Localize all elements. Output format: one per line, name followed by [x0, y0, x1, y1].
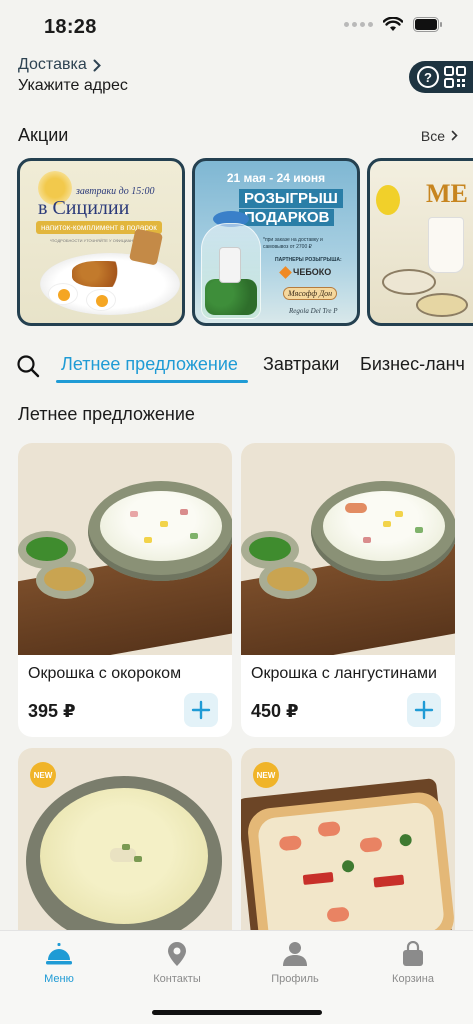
new-badge: NEW	[253, 762, 279, 788]
bell-icon	[46, 943, 72, 965]
delivery-block: Доставка Укажите адрес	[18, 56, 128, 95]
status-icons	[344, 17, 443, 32]
promo2-partners-label: ПАРТНЕРЫ РОЗЫГРЫША:	[275, 257, 342, 263]
product-price: 450 ₽	[251, 701, 299, 721]
delivery-label: Доставка	[18, 56, 87, 73]
new-badge: NEW	[30, 762, 56, 788]
partner-logo-regola: Regola Del Tre P	[289, 307, 338, 315]
promo-banner-giveaway[interactable]: 21 мая - 24 июня РОЗЫГРЫШ ПОДАРКОВ *при …	[192, 158, 360, 326]
product-card[interactable]: NEW	[18, 748, 232, 948]
product-image	[18, 443, 232, 655]
tab-menu[interactable]: Меню	[0, 941, 118, 985]
tab-summer-offer[interactable]: Летнее предложение	[61, 354, 238, 375]
wifi-icon	[383, 17, 403, 31]
chevron-right-icon	[93, 59, 101, 71]
plus-icon	[414, 700, 434, 720]
address-prompt[interactable]: Укажите адрес	[18, 77, 128, 95]
promotions-title: Акции	[18, 125, 69, 145]
promo2-condition: *при заказе на доставку и самовывоз от 2…	[263, 237, 323, 250]
bowl-image	[382, 269, 436, 295]
section-title: Летнее предложение	[18, 404, 195, 424]
toast-image	[128, 228, 164, 266]
signal-icon	[344, 22, 373, 27]
promo2-title-line1: РОЗЫГРЫШ	[239, 189, 343, 208]
category-tabs: Летнее предложение Завтраки Бизнес-ланч	[0, 340, 473, 386]
product-card[interactable]: NEW	[241, 748, 455, 948]
bowl-image	[416, 293, 468, 317]
promo2-date: 21 мая - 24 июня	[226, 171, 326, 185]
product-name: Окрошка с лангустинами	[251, 665, 437, 682]
bag-icon	[403, 941, 423, 966]
tab-label: Меню	[44, 973, 74, 985]
tab-profile[interactable]: Профиль	[236, 941, 354, 985]
promo-banner-breakfast[interactable]: завтраки до 15:00 в Сицилии напиток-комп…	[17, 158, 185, 326]
product-card[interactable]: Окрошка с окороком 395 ₽	[18, 443, 232, 737]
promo2-title-line2: ПОДАРКОВ	[239, 209, 335, 226]
person-icon	[283, 942, 307, 966]
chevron-right-icon	[451, 130, 458, 141]
status-bar: 18:28	[0, 0, 473, 52]
egg-image	[48, 283, 78, 305]
potato-image	[72, 261, 132, 287]
qr-code-icon[interactable]	[443, 65, 467, 89]
tab-business-lunch[interactable]: Бизнес-ланч	[360, 354, 465, 375]
lemon-image	[376, 185, 400, 215]
tab-cart[interactable]: Корзина	[354, 941, 472, 985]
qr-help-button[interactable]: ?	[409, 61, 473, 93]
home-indicator	[152, 1010, 322, 1015]
tab-label: Корзина	[392, 973, 434, 985]
delivery-mode-link[interactable]: Доставка	[18, 56, 128, 74]
product-image: NEW	[18, 748, 232, 948]
tab-label: Профиль	[271, 973, 319, 985]
promo1-line1: завтраки до 15:00	[76, 186, 155, 197]
add-to-cart-button[interactable]	[184, 693, 218, 727]
promo1-line4: *ПОДРОБНОСТИ УТОЧНЯЙТЕ У ОФИЦИАНТОВ	[50, 238, 142, 243]
moss-image	[205, 279, 257, 315]
partner-logo-myasoff: Мясофф Дон	[283, 287, 338, 300]
promo-banner-summer[interactable]: МЕ	[367, 158, 473, 326]
tab-contacts[interactable]: Контакты	[118, 941, 236, 985]
product-name: Окрошка с окороком	[28, 665, 182, 682]
promotions-all-label: Все	[420, 127, 445, 144]
promo1-line2: в Сицилии	[38, 197, 130, 219]
add-to-cart-button[interactable]	[407, 693, 441, 727]
status-time: 18:28	[44, 16, 97, 38]
product-price: 395 ₽	[28, 701, 76, 721]
promotions-header: Акции Все	[18, 125, 458, 146]
plus-icon	[191, 700, 211, 720]
egg-image	[86, 289, 116, 311]
promotions-all-link[interactable]: Все	[421, 128, 458, 144]
product-card[interactable]: Окрошка с лангустинами 450 ₽	[241, 443, 455, 737]
product-image: NEW	[241, 748, 455, 948]
product-image	[241, 443, 455, 655]
phone-image	[219, 247, 241, 283]
glass-image	[428, 217, 464, 273]
tab-label: Контакты	[153, 973, 201, 985]
partner-logo-cheboko: ЧЕБОКО	[281, 267, 331, 277]
tab-breakfasts[interactable]: Завтраки	[263, 354, 339, 375]
search-icon[interactable]	[16, 354, 40, 383]
battery-icon	[413, 17, 442, 32]
location-pin-icon	[168, 942, 186, 966]
promo3-title: МЕ	[426, 179, 468, 208]
active-tab-indicator	[56, 380, 248, 383]
help-icon[interactable]: ?	[417, 66, 439, 88]
